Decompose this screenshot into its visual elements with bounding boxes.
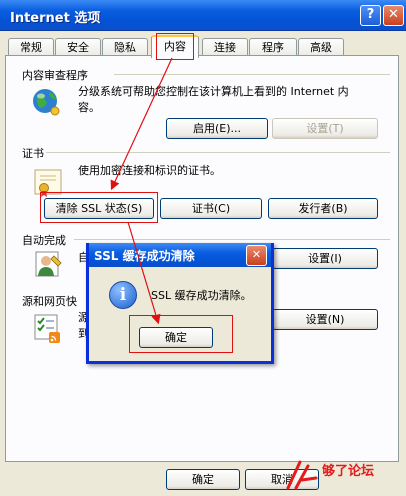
autocomplete-title: 自动完成 [22, 234, 66, 247]
content-advisor-title: 内容审查程序 [22, 69, 88, 82]
watermark-text: 够了论坛 [322, 464, 375, 479]
content-advisor-description-1: 分级系统可帮助您控制在该计算机上看到的 Internet 内 [78, 85, 349, 98]
help-button[interactable]: ? [360, 5, 381, 26]
window-titlebar: Internet 选项 ? ✕ [0, 0, 406, 31]
certificates-button[interactable]: 证书(C) [160, 198, 262, 219]
info-icon: i [109, 281, 137, 309]
window-title: Internet 选项 [10, 11, 101, 26]
feeds-settings-button[interactable]: 设置(N) [272, 309, 378, 330]
dialog-close-button[interactable]: ✕ [246, 245, 267, 266]
dialog-title: SSL 缓存成功清除 [94, 249, 195, 263]
autocomplete-settings-button[interactable]: 设置(I) [272, 248, 378, 269]
dialog-message: SSL 缓存成功清除。 [151, 289, 252, 302]
tab-advanced[interactable]: 高级 [298, 38, 344, 56]
section-divider [74, 239, 390, 240]
window-close-button[interactable]: ✕ [383, 5, 404, 26]
tab-highlight-box [156, 33, 194, 60]
ok-button[interactable]: 确定 [166, 469, 240, 490]
clear-ssl-highlight-box [40, 192, 158, 223]
tab-connections[interactable]: 连接 [202, 38, 248, 56]
section-divider [114, 74, 390, 75]
feeds-icon [32, 312, 64, 344]
publishers-button[interactable]: 发行者(B) [268, 198, 378, 219]
content-settings-button[interactable]: 设置(T) [272, 118, 378, 139]
tab-programs[interactable]: 程序 [249, 38, 297, 56]
tab-security[interactable]: 安全 [55, 38, 101, 56]
section-divider [46, 152, 390, 153]
dialog-titlebar: SSL 缓存成功清除 ✕ [89, 243, 271, 267]
feeds-title: 源和网页快 [22, 295, 77, 308]
enable-button[interactable]: 启用(E)... [166, 118, 268, 139]
content-advisor-description-2: 容。 [78, 101, 100, 114]
globe-icon [30, 84, 62, 116]
tab-privacy[interactable]: 隐私 [102, 38, 148, 56]
dialog-ok-highlight-box [129, 315, 233, 353]
forum-logo-icon [286, 460, 318, 490]
ssl-cleared-dialog: SSL 缓存成功清除 ✕ i SSL 缓存成功清除。 确定 [86, 243, 274, 364]
certificates-description: 使用加密连接和标识的证书。 [78, 164, 221, 177]
certificates-title: 证书 [22, 147, 44, 160]
tab-general[interactable]: 常规 [8, 38, 54, 56]
user-icon [32, 248, 64, 280]
